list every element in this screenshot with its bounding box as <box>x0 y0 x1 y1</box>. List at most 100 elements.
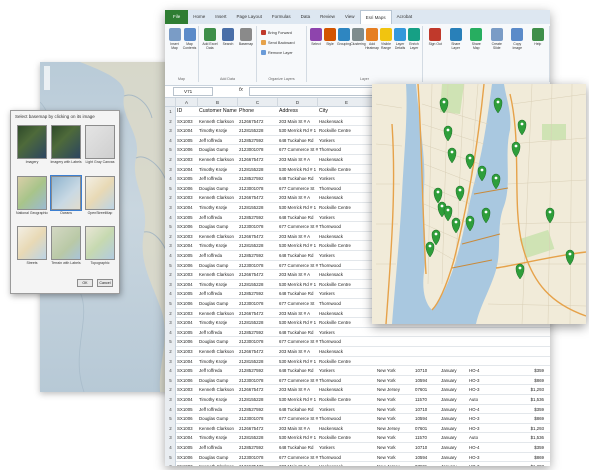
cell-id[interactable]: SX1004 <box>176 357 198 367</box>
cell-city[interactable]: Thornwood <box>318 337 376 347</box>
cell-address[interactable]: 648 Tuckahoe Rd <box>278 174 318 184</box>
ribbon-button-send-backward[interactable]: Send Backward <box>261 40 295 45</box>
cell-zip[interactable] <box>414 347 440 357</box>
cell-num[interactable]: 2 <box>165 116 176 127</box>
cell-amount[interactable] <box>508 337 546 347</box>
cell-phone[interactable]: 2128527592 <box>238 443 278 453</box>
ribbon-button-basemap[interactable]: Basemap <box>239 28 253 46</box>
cell-zip[interactable] <box>414 328 440 338</box>
cell-num[interactable]: 4 <box>165 366 176 376</box>
cell-phone[interactable]: 2126675472 <box>238 155 278 165</box>
cell-phone[interactable]: 2128527592 <box>238 136 278 146</box>
column-header-c[interactable]: C <box>238 98 278 107</box>
cell-phone[interactable]: 2123001078 <box>238 414 278 424</box>
column-header-e[interactable]: E <box>318 98 376 107</box>
cell-amount[interactable] <box>508 328 546 338</box>
cell-name[interactable]: Douglas Gump <box>198 184 238 194</box>
cell-month[interactable]: January <box>440 453 468 463</box>
cell-phone[interactable]: 2128527592 <box>238 328 278 338</box>
cell-grade[interactable]: HO-3 <box>468 424 508 434</box>
ribbon-button-copy-image[interactable]: Copy Image <box>510 28 524 50</box>
cell-phone[interactable]: 2128155228 <box>238 357 278 367</box>
cell-num[interactable]: 4 <box>165 251 176 261</box>
cell-phone[interactable]: 2128155228 <box>238 395 278 405</box>
cell-id[interactable]: SX1006 <box>176 299 198 309</box>
basemap-thumbnail[interactable] <box>51 125 81 159</box>
cell-month[interactable]: January <box>440 414 468 424</box>
cell-id[interactable]: SX1003 <box>176 347 198 357</box>
cell-num[interactable]: 5 <box>165 222 176 232</box>
cell-city[interactable]: Yonkers <box>318 443 376 453</box>
cell-city[interactable]: Yonkers <box>318 405 376 415</box>
ribbon-button-bring-forward[interactable]: Bring Forward <box>261 30 292 35</box>
basemap-thumbnail[interactable] <box>17 226 47 261</box>
cell-id[interactable]: SX1006 <box>176 453 198 463</box>
cell-name[interactable]: Kenneth Clarkson <box>198 193 238 203</box>
cell-city[interactable]: Yonkers <box>318 251 376 261</box>
tab-esri-maps[interactable]: Esri Maps <box>359 10 392 24</box>
basemap-option-streets[interactable]: Streets <box>17 226 47 273</box>
cell-name[interactable]: Douglas Gump <box>198 453 238 463</box>
cell-state[interactable] <box>376 328 414 338</box>
cell-zip[interactable]: 11570 <box>414 433 440 443</box>
ribbon-button-remove-layer[interactable]: Remove Layer <box>261 50 293 55</box>
cell-name[interactable]: Kenneth Clarkson <box>198 309 238 319</box>
cell-city[interactable]: Hackensack <box>318 347 376 357</box>
cell-grade[interactable]: HO-4 <box>468 443 508 453</box>
cell-name[interactable]: Douglas Gump <box>198 222 238 232</box>
cell-grade[interactable]: HO-3 <box>468 453 508 463</box>
cell-id[interactable]: SX1006 <box>176 376 198 386</box>
cell-num[interactable]: 3 <box>165 433 176 443</box>
cell-id[interactable]: SX1006 <box>176 261 198 271</box>
cell-address[interactable]: 203 Main St # A <box>278 385 318 395</box>
cell-name[interactable]: Timothy Krotje <box>198 203 238 213</box>
cell-name[interactable]: Kenneth Clarkson <box>198 385 238 395</box>
cell-id[interactable]: SX1004 <box>176 241 198 251</box>
cell-month[interactable]: January <box>440 366 468 376</box>
cell-num[interactable]: 2 <box>165 308 176 319</box>
cell-state[interactable] <box>376 347 414 357</box>
cell-phone[interactable]: 2123001078 <box>238 184 278 194</box>
cell-grade[interactable]: HO-3 <box>468 462 508 466</box>
cell-name[interactable]: Timothy Krotje <box>198 357 238 367</box>
cell-city[interactable]: Rockville Centre <box>318 203 376 213</box>
cell-zip[interactable]: 10594 <box>414 453 440 463</box>
cell-zip[interactable]: 10710 <box>414 405 440 415</box>
cell-phone[interactable]: 2128527592 <box>238 366 278 376</box>
cell-name[interactable]: Timothy Krotje <box>198 241 238 251</box>
header-cell-num[interactable]: 1 <box>165 107 176 117</box>
cell-city[interactable]: Yonkers <box>318 213 376 223</box>
cell-address[interactable]: 530 Merrick Rd # 1 <box>278 318 318 328</box>
cell-state[interactable]: New York <box>376 414 414 424</box>
cell-name[interactable]: Kenneth Clarkson <box>198 155 238 165</box>
cell-address[interactable]: 530 Merrick Rd # 1 <box>278 241 318 251</box>
tab-page-layout[interactable]: Page Layout <box>232 10 267 24</box>
cell-month[interactable]: January <box>440 395 468 405</box>
cell-state[interactable]: New Jersey <box>376 385 414 395</box>
header-cell-address[interactable]: Address <box>278 107 318 117</box>
tab-acrobat[interactable]: Acrobat <box>392 10 418 24</box>
cell-zip[interactable]: 10710 <box>414 366 440 376</box>
cell-num[interactable]: 4 <box>165 212 176 223</box>
cell-grade[interactable]: HO-3 <box>468 385 508 395</box>
cell-address[interactable]: 648 Tuckahoe Rd <box>278 289 318 299</box>
cell-num[interactable]: 4 <box>165 174 176 184</box>
tab-data[interactable]: Data <box>296 10 316 24</box>
cell-name[interactable]: Kenneth Clarkson <box>198 347 238 357</box>
cell-month[interactable]: January <box>440 405 468 415</box>
cell-id[interactable]: SX1006 <box>176 184 198 194</box>
basemap-thumbnail[interactable] <box>85 125 115 159</box>
cell-address[interactable]: 677 Commerce St # 301 <box>278 337 318 347</box>
cell-grade[interactable]: HO-4 <box>468 366 508 376</box>
cell-phone[interactable]: 2126675472 <box>238 347 278 357</box>
cell-num[interactable]: 3 <box>165 164 176 175</box>
ribbon-button-share-layer[interactable]: Share Layer <box>449 28 463 50</box>
cell-phone[interactable]: 2126675472 <box>238 117 278 127</box>
cell-zip[interactable]: 07601 <box>414 462 440 466</box>
cell-state[interactable]: New York <box>376 376 414 386</box>
cell-name[interactable]: Douglas Gump <box>198 376 238 386</box>
cell-month[interactable] <box>440 357 468 367</box>
cell-name[interactable]: Douglas Gump <box>198 337 238 347</box>
cell-address[interactable]: 203 Main St # A <box>278 270 318 280</box>
cell-state[interactable]: New York <box>376 395 414 405</box>
